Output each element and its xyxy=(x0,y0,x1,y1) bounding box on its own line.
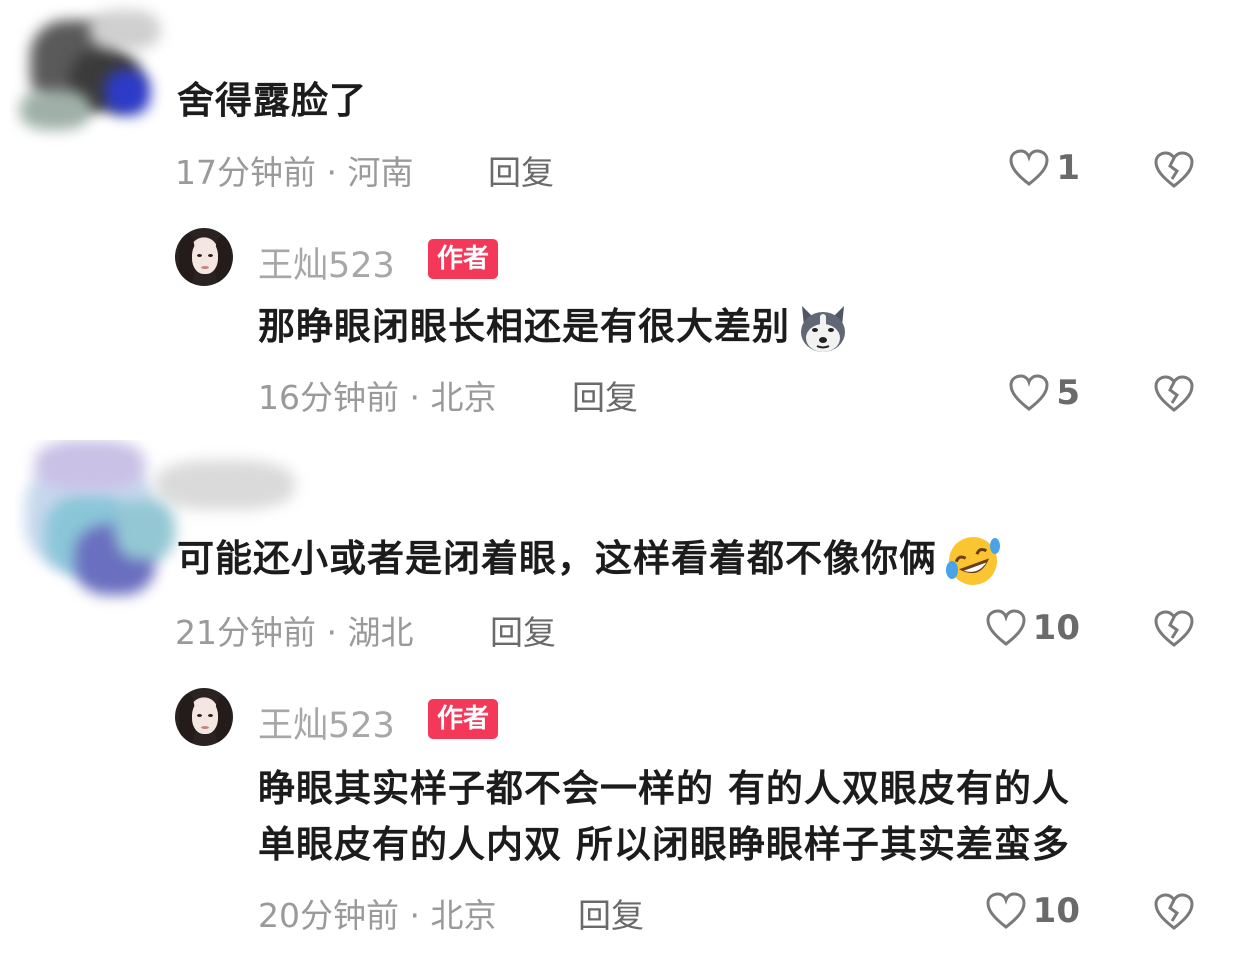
like-count: 10 xyxy=(1032,608,1080,648)
comment-text: 可能还小或者是闭着眼，这样看着都不像你俩 xyxy=(177,528,1003,588)
comment-time-location: 21分钟前 · 湖北 xyxy=(175,613,414,652)
heart-outline-icon xyxy=(1009,149,1049,186)
comment-text-content: 可能还小或者是闭着眼，这样看着都不像你俩 xyxy=(177,537,937,580)
broken-heart-icon[interactable] xyxy=(1152,607,1196,651)
reply-text-content: 那睁眼闭眼长相还是有很大差别 xyxy=(258,305,790,348)
broken-heart-icon[interactable] xyxy=(1152,148,1196,192)
like-count: 10 xyxy=(1032,891,1080,931)
commenter-avatar-blurred[interactable] xyxy=(10,0,180,150)
author-avatar[interactable] xyxy=(175,688,233,746)
like-button[interactable]: 10 xyxy=(960,606,1080,650)
like-button[interactable]: 10 xyxy=(960,889,1080,933)
reply-text-line-2: 单眼皮有的人内双 所以闭眼睁眼样子其实差蛮多 xyxy=(258,823,1070,866)
author-name[interactable]: 王灿523 xyxy=(258,697,395,748)
reply-button[interactable]: 回复 xyxy=(490,606,556,654)
reply-button[interactable]: 回复 xyxy=(572,371,638,419)
author-name[interactable]: 王灿523 xyxy=(258,237,395,288)
reply-text-line-1: 睁眼其实样子都不会一样的 有的人双眼皮有的人 xyxy=(258,767,1070,810)
broken-heart-icon[interactable] xyxy=(1152,372,1196,416)
like-count: 1 xyxy=(1056,148,1080,188)
reply-text: 那睁眼闭眼长相还是有很大差别 xyxy=(258,296,850,356)
rolling-laughing-emoji xyxy=(946,536,1000,585)
like-button[interactable]: 5 xyxy=(980,371,1080,415)
author-avatar[interactable] xyxy=(175,228,233,286)
reply-button[interactable]: 回复 xyxy=(578,889,644,937)
husky-dog-emoji xyxy=(801,305,845,352)
comment-text: 舍得露脸了 xyxy=(177,79,367,122)
heart-outline-icon xyxy=(986,609,1026,646)
author-badge: 作者 xyxy=(428,699,499,739)
reply-time-location: 20分钟前 · 北京 xyxy=(258,896,497,935)
broken-heart-icon[interactable] xyxy=(1152,890,1196,934)
comment-time-location: 17分钟前 · 河南 xyxy=(175,153,414,192)
heart-outline-icon xyxy=(986,892,1026,929)
like-count: 5 xyxy=(1056,373,1080,413)
like-button[interactable]: 1 xyxy=(980,146,1080,190)
author-badge: 作者 xyxy=(428,239,499,279)
reply-time-location: 16分钟前 · 北京 xyxy=(258,378,497,417)
heart-outline-icon xyxy=(1009,374,1049,411)
reply-button[interactable]: 回复 xyxy=(488,146,554,194)
